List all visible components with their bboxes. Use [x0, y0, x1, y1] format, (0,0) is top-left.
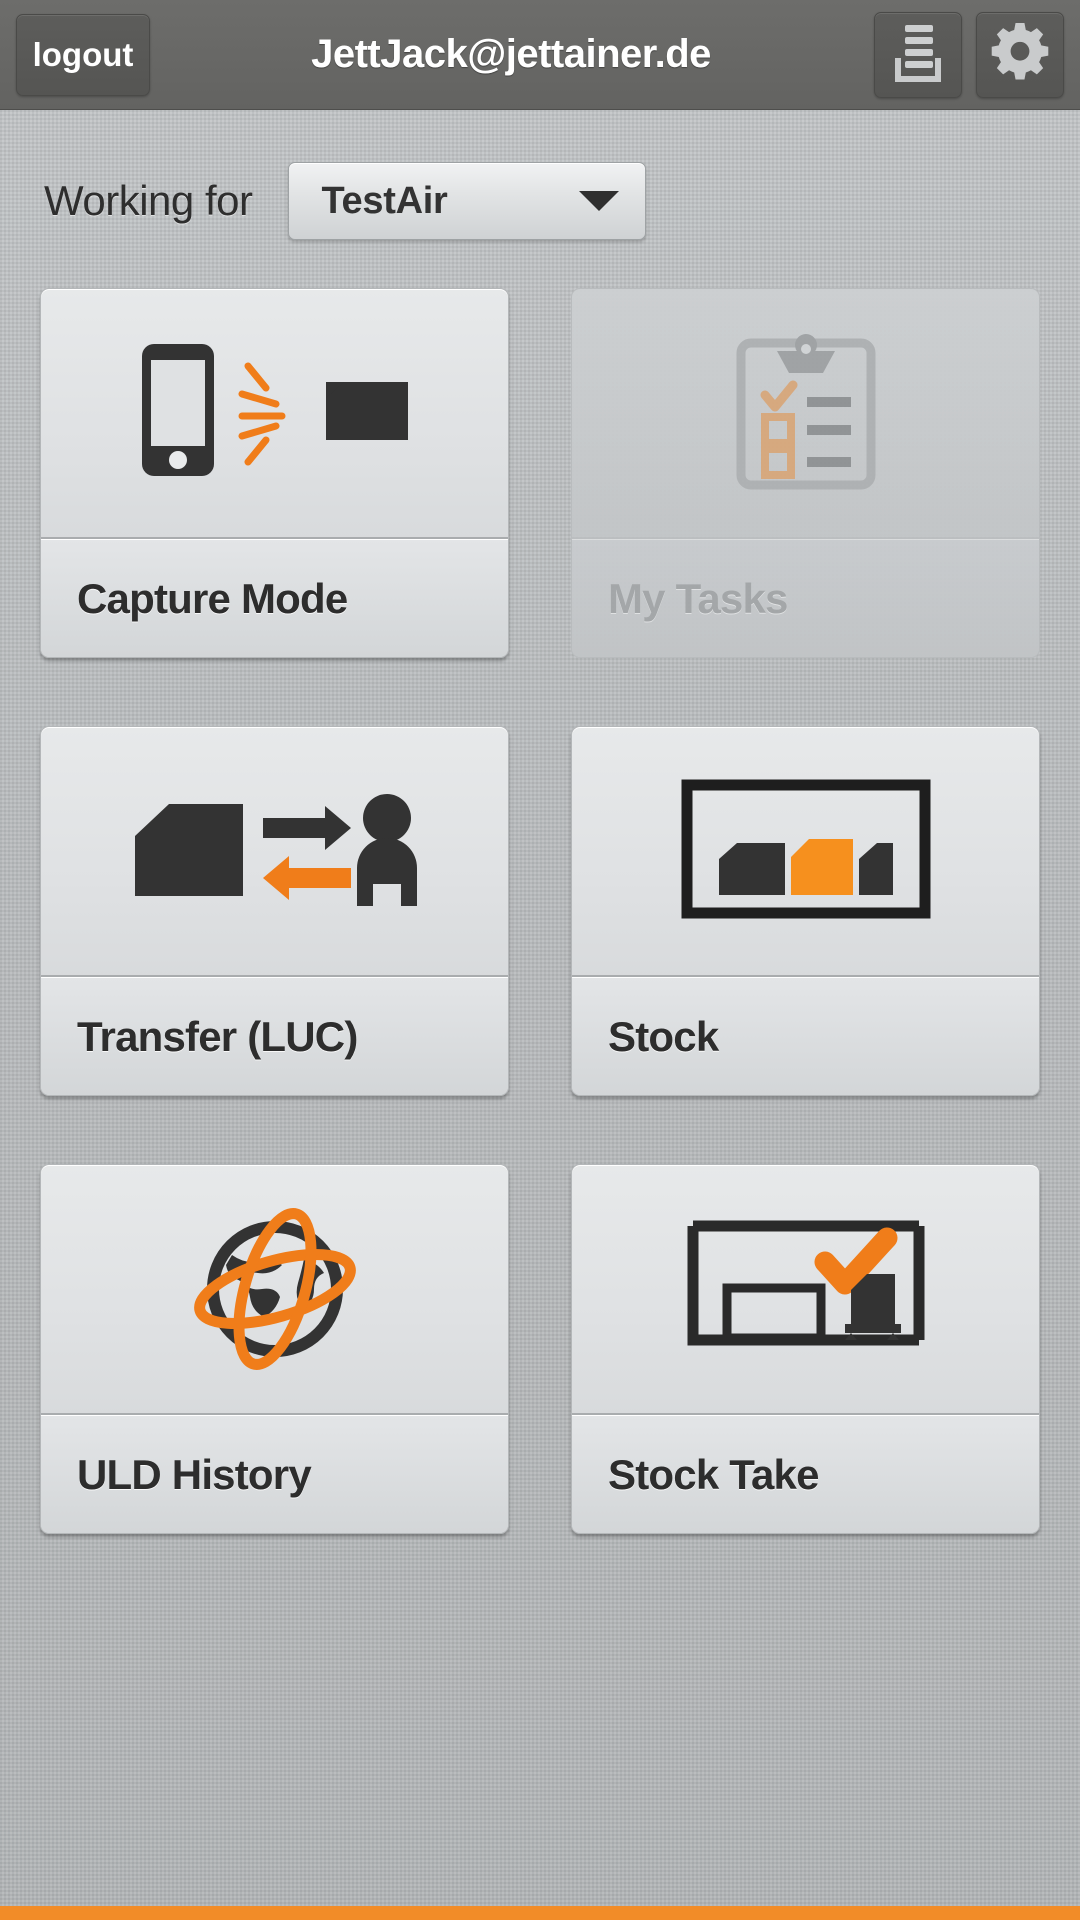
working-for-dropdown[interactable]: TestAir — [288, 162, 647, 240]
tile-label-area: My Tasks — [572, 539, 1039, 657]
logout-button-label: logout — [32, 35, 134, 73]
tile-icon-area — [572, 727, 1039, 977]
tile-label-transfer-luc: Transfer (LUC) — [77, 1012, 358, 1060]
tile-icon-area — [41, 289, 508, 539]
clipboard-checklist-icon — [731, 329, 881, 498]
list-document-button[interactable] — [874, 11, 962, 98]
tile-icon-area — [41, 1165, 508, 1415]
page-title: JettJack@jettainer.de — [311, 32, 711, 76]
tile-label-uld-history: ULD History — [77, 1450, 312, 1498]
tile-label-area: Stock — [572, 977, 1039, 1095]
tile-uld-history[interactable]: ULD History — [40, 1164, 509, 1534]
tile-label-area: Transfer (LUC) — [41, 977, 508, 1095]
menu-tile-grid: Capture Mode My Tasks Transfer (LUC) Sto… — [0, 288, 1080, 1534]
tile-capture-mode[interactable]: Capture Mode — [40, 288, 509, 658]
settings-button[interactable] — [976, 11, 1064, 98]
tile-stock-take[interactable]: Stock Take — [571, 1164, 1040, 1534]
list-document-icon — [890, 21, 946, 88]
footer-accent-bar — [0, 1906, 1080, 1920]
tile-label-area: Stock Take — [572, 1415, 1039, 1533]
tile-label-my-tasks: My Tasks — [608, 574, 788, 622]
tile-icon-area — [41, 727, 508, 977]
tile-transfer-luc[interactable]: Transfer (LUC) — [40, 726, 509, 1096]
tile-label-capture-mode: Capture Mode — [77, 574, 348, 622]
tile-label-area: ULD History — [41, 1415, 508, 1533]
tile-my-tasks: My Tasks — [571, 288, 1040, 658]
warehouse-check-dolly-icon — [681, 1212, 931, 1367]
tile-icon-area — [572, 289, 1039, 539]
globe-orbit-icon — [170, 1197, 380, 1382]
working-for-label: Working for — [44, 177, 253, 224]
tile-label-area: Capture Mode — [41, 539, 508, 657]
uld-transfer-person-icon — [125, 784, 425, 919]
app-header: logout JettJack@jettainer.de — [0, 0, 1080, 110]
tile-label-stock-take: Stock Take — [608, 1450, 819, 1498]
working-for-row: Working for TestAir — [0, 110, 1080, 240]
phone-scan-uld-icon — [130, 336, 420, 491]
working-for-selected-value: TestAir — [321, 179, 448, 222]
tile-label-stock: Stock — [608, 1012, 719, 1060]
chevron-down-icon — [579, 191, 620, 211]
uld-stock-rack-icon — [681, 779, 931, 924]
tile-stock[interactable]: Stock — [571, 726, 1040, 1096]
logout-button[interactable]: logout — [16, 13, 150, 96]
tile-icon-area — [572, 1165, 1039, 1415]
gear-icon — [989, 21, 1051, 88]
